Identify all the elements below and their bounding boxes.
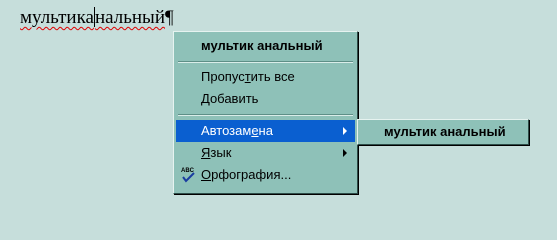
autocorrect-suggestion-item[interactable]: мультик анальный (360, 121, 526, 143)
language-label: Язык (201, 145, 232, 160)
autocorrect-item[interactable]: Автозамена (176, 120, 355, 142)
suggestion-label: мультик анальный (201, 38, 323, 53)
add-label: Добавить (201, 91, 259, 106)
menu-separator (178, 61, 353, 63)
spell-check-icon: ABC (181, 166, 197, 184)
submenu-arrow-icon (343, 149, 347, 157)
document-text-line[interactable]: мультиканальный¶ (20, 7, 174, 29)
language-item[interactable]: Язык (176, 142, 355, 164)
menu-separator (178, 114, 353, 116)
autocorrect-suggestion-label: мультик анальный (384, 124, 506, 139)
spelling-label: Орфография... (201, 167, 292, 182)
submenu-arrow-icon (343, 127, 347, 135)
paragraph-mark: ¶ (165, 7, 174, 28)
spelling-context-menu: мультик анальный Пропустить все Добавить… (173, 31, 358, 194)
word-part-after-caret: нальный (94, 7, 165, 28)
add-to-dictionary-item[interactable]: Добавить (176, 88, 355, 110)
autocorrect-label: Автозамена (201, 123, 273, 138)
word-part-before-caret: мультика (20, 7, 94, 28)
suggestion-item[interactable]: мультик анальный (176, 35, 355, 57)
spelling-item[interactable]: ABC Орфография... (176, 164, 355, 186)
ignore-all-label: Пропустить все (201, 69, 295, 84)
misspelled-word[interactable]: мультиканальный (20, 7, 165, 28)
ignore-all-item[interactable]: Пропустить все (176, 66, 355, 88)
autocorrect-submenu: мультик анальный (357, 119, 529, 145)
